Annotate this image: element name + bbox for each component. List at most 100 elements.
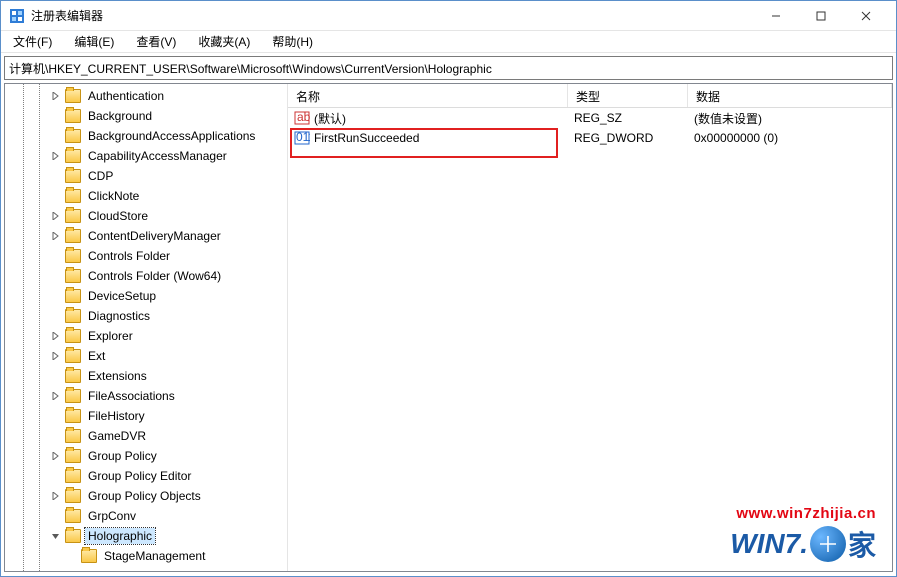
value-type: REG_DWORD — [568, 130, 688, 146]
tree-item-label: Authentication — [85, 88, 167, 104]
close-button[interactable] — [843, 2, 888, 30]
tree-pane[interactable]: Authentication Background BackgroundAccess… — [5, 84, 288, 571]
value-data: (数值未设置) — [688, 109, 892, 128]
folder-icon — [65, 489, 81, 503]
chevron-right-icon[interactable] — [49, 449, 63, 463]
chevron-right-icon[interactable] — [49, 489, 63, 503]
folder-icon — [65, 289, 81, 303]
folder-icon — [65, 469, 81, 483]
folder-icon — [65, 329, 81, 343]
tree-item-label: Extensions — [85, 368, 150, 384]
chevron-right-icon[interactable] — [49, 389, 63, 403]
tree-item-label: Ext — [85, 348, 108, 364]
folder-icon — [81, 549, 97, 563]
tree-item-label: CloudStore — [85, 208, 151, 224]
tree-item-group-policy-objects[interactable]: Group Policy Objects — [5, 486, 288, 506]
tree-item-label: Controls Folder (Wow64) — [85, 268, 224, 284]
tree-item-label: CapabilityAccessManager — [85, 148, 230, 164]
tree-item-grpconv[interactable]: GrpConv — [5, 506, 288, 526]
menu-file[interactable]: 文件(F) — [7, 31, 58, 52]
tree-item-label: FileHistory — [85, 408, 148, 424]
dword-value-icon: 011 — [294, 130, 310, 146]
tree-item-backgroundaccessapplications[interactable]: BackgroundAccessApplications — [5, 126, 288, 146]
folder-icon — [65, 209, 81, 223]
values-pane[interactable]: 名称 类型 数据 ab (默认) REG_SZ(数值未设置) 011 FirstRunS… — [288, 84, 892, 571]
value-row[interactable]: ab (默认) REG_SZ(数值未设置) — [288, 108, 892, 128]
tree-item-label: ClickNote — [85, 188, 142, 204]
maximize-button[interactable] — [798, 2, 843, 30]
tree-item-contentdeliverymanager[interactable]: ContentDeliveryManager — [5, 226, 288, 246]
tree-item-authentication[interactable]: Authentication — [5, 86, 288, 106]
tree-item-group-policy[interactable]: Group Policy — [5, 446, 288, 466]
tree-item-explorer[interactable]: Explorer — [5, 326, 288, 346]
column-data[interactable]: 数据 — [688, 84, 892, 107]
chevron-right-icon[interactable] — [49, 149, 63, 163]
tree-item-gamedvr[interactable]: GameDVR — [5, 426, 288, 446]
folder-icon — [65, 429, 81, 443]
folder-icon — [65, 249, 81, 263]
minimize-button[interactable] — [753, 2, 798, 30]
folder-icon — [65, 129, 81, 143]
tree-item-label: CDP — [85, 168, 116, 184]
tree-item-label: Group Policy Objects — [85, 488, 204, 504]
tree-item-stagemanagement[interactable]: StageManagement — [5, 546, 288, 566]
value-type: REG_SZ — [568, 110, 688, 126]
tree-item-group-policy-editor[interactable]: Group Policy Editor — [5, 466, 288, 486]
column-headers: 名称 类型 数据 — [288, 84, 892, 108]
content-area: Authentication Background BackgroundAccess… — [4, 83, 893, 572]
column-name[interactable]: 名称 — [288, 84, 568, 107]
tree-item-devicesetup[interactable]: DeviceSetup — [5, 286, 288, 306]
tree-item-controls-folder[interactable]: Controls Folder — [5, 246, 288, 266]
menu-view[interactable]: 查看(V) — [130, 31, 182, 52]
tree-item-capabilityaccessmanager[interactable]: CapabilityAccessManager — [5, 146, 288, 166]
chevron-down-icon[interactable] — [49, 529, 63, 543]
tree-item-cdp[interactable]: CDP — [5, 166, 288, 186]
tree-item-ext[interactable]: Ext — [5, 346, 288, 366]
column-type[interactable]: 类型 — [568, 84, 688, 107]
tree-item-label: ContentDeliveryManager — [85, 228, 224, 244]
chevron-right-icon[interactable] — [49, 89, 63, 103]
tree-item-clicknote[interactable]: ClickNote — [5, 186, 288, 206]
address-bar[interactable]: 计算机\HKEY_CURRENT_USER\Software\Microsoft… — [4, 56, 893, 80]
titlebar: 注册表编辑器 — [1, 1, 896, 31]
tree-item-holographic[interactable]: Holographic — [5, 526, 288, 546]
value-row[interactable]: 011 FirstRunSucceeded REG_DWORD0x00000000 … — [288, 128, 892, 148]
window-title: 注册表编辑器 — [31, 7, 753, 24]
values-list: ab (默认) REG_SZ(数值未设置) 011 FirstRunSucceeded R… — [288, 108, 892, 148]
folder-icon — [65, 89, 81, 103]
folder-icon — [65, 189, 81, 203]
tree-item-label: StageManagement — [101, 548, 208, 564]
value-name: (默认) — [314, 110, 346, 127]
chevron-right-icon[interactable] — [49, 229, 63, 243]
tree-item-label: Explorer — [85, 328, 136, 344]
menu-edit[interactable]: 编辑(E) — [68, 31, 120, 52]
folder-icon — [65, 269, 81, 283]
tree-item-extensions[interactable]: Extensions — [5, 366, 288, 386]
tree-item-label: Group Policy — [85, 448, 160, 464]
tree-item-fileassociations[interactable]: FileAssociations — [5, 386, 288, 406]
tree-item-label: Diagnostics — [85, 308, 153, 324]
folder-icon — [65, 509, 81, 523]
folder-icon — [65, 149, 81, 163]
tree-item-controls-folder-wow64-[interactable]: Controls Folder (Wow64) — [5, 266, 288, 286]
value-data: 0x00000000 (0) — [688, 130, 892, 146]
tree-item-label: Controls Folder — [85, 248, 173, 264]
chevron-right-icon[interactable] — [49, 329, 63, 343]
tree-item-diagnostics[interactable]: Diagnostics — [5, 306, 288, 326]
menu-favorites[interactable]: 收藏夹(A) — [192, 31, 256, 52]
tree-item-cloudstore[interactable]: CloudStore — [5, 206, 288, 226]
tree-item-background[interactable]: Background — [5, 106, 288, 126]
tree-item-label: BackgroundAccessApplications — [85, 128, 258, 144]
folder-icon — [65, 109, 81, 123]
chevron-right-icon[interactable] — [49, 209, 63, 223]
chevron-right-icon[interactable] — [49, 349, 63, 363]
value-name: FirstRunSucceeded — [314, 131, 419, 145]
tree-item-filehistory[interactable]: FileHistory — [5, 406, 288, 426]
svg-text:ab: ab — [297, 110, 310, 124]
menu-help[interactable]: 帮助(H) — [266, 31, 319, 52]
window-controls — [753, 2, 888, 30]
folder-icon — [65, 449, 81, 463]
folder-icon — [65, 409, 81, 423]
tree-item-label: Background — [85, 108, 155, 124]
svg-text:011: 011 — [296, 130, 310, 144]
